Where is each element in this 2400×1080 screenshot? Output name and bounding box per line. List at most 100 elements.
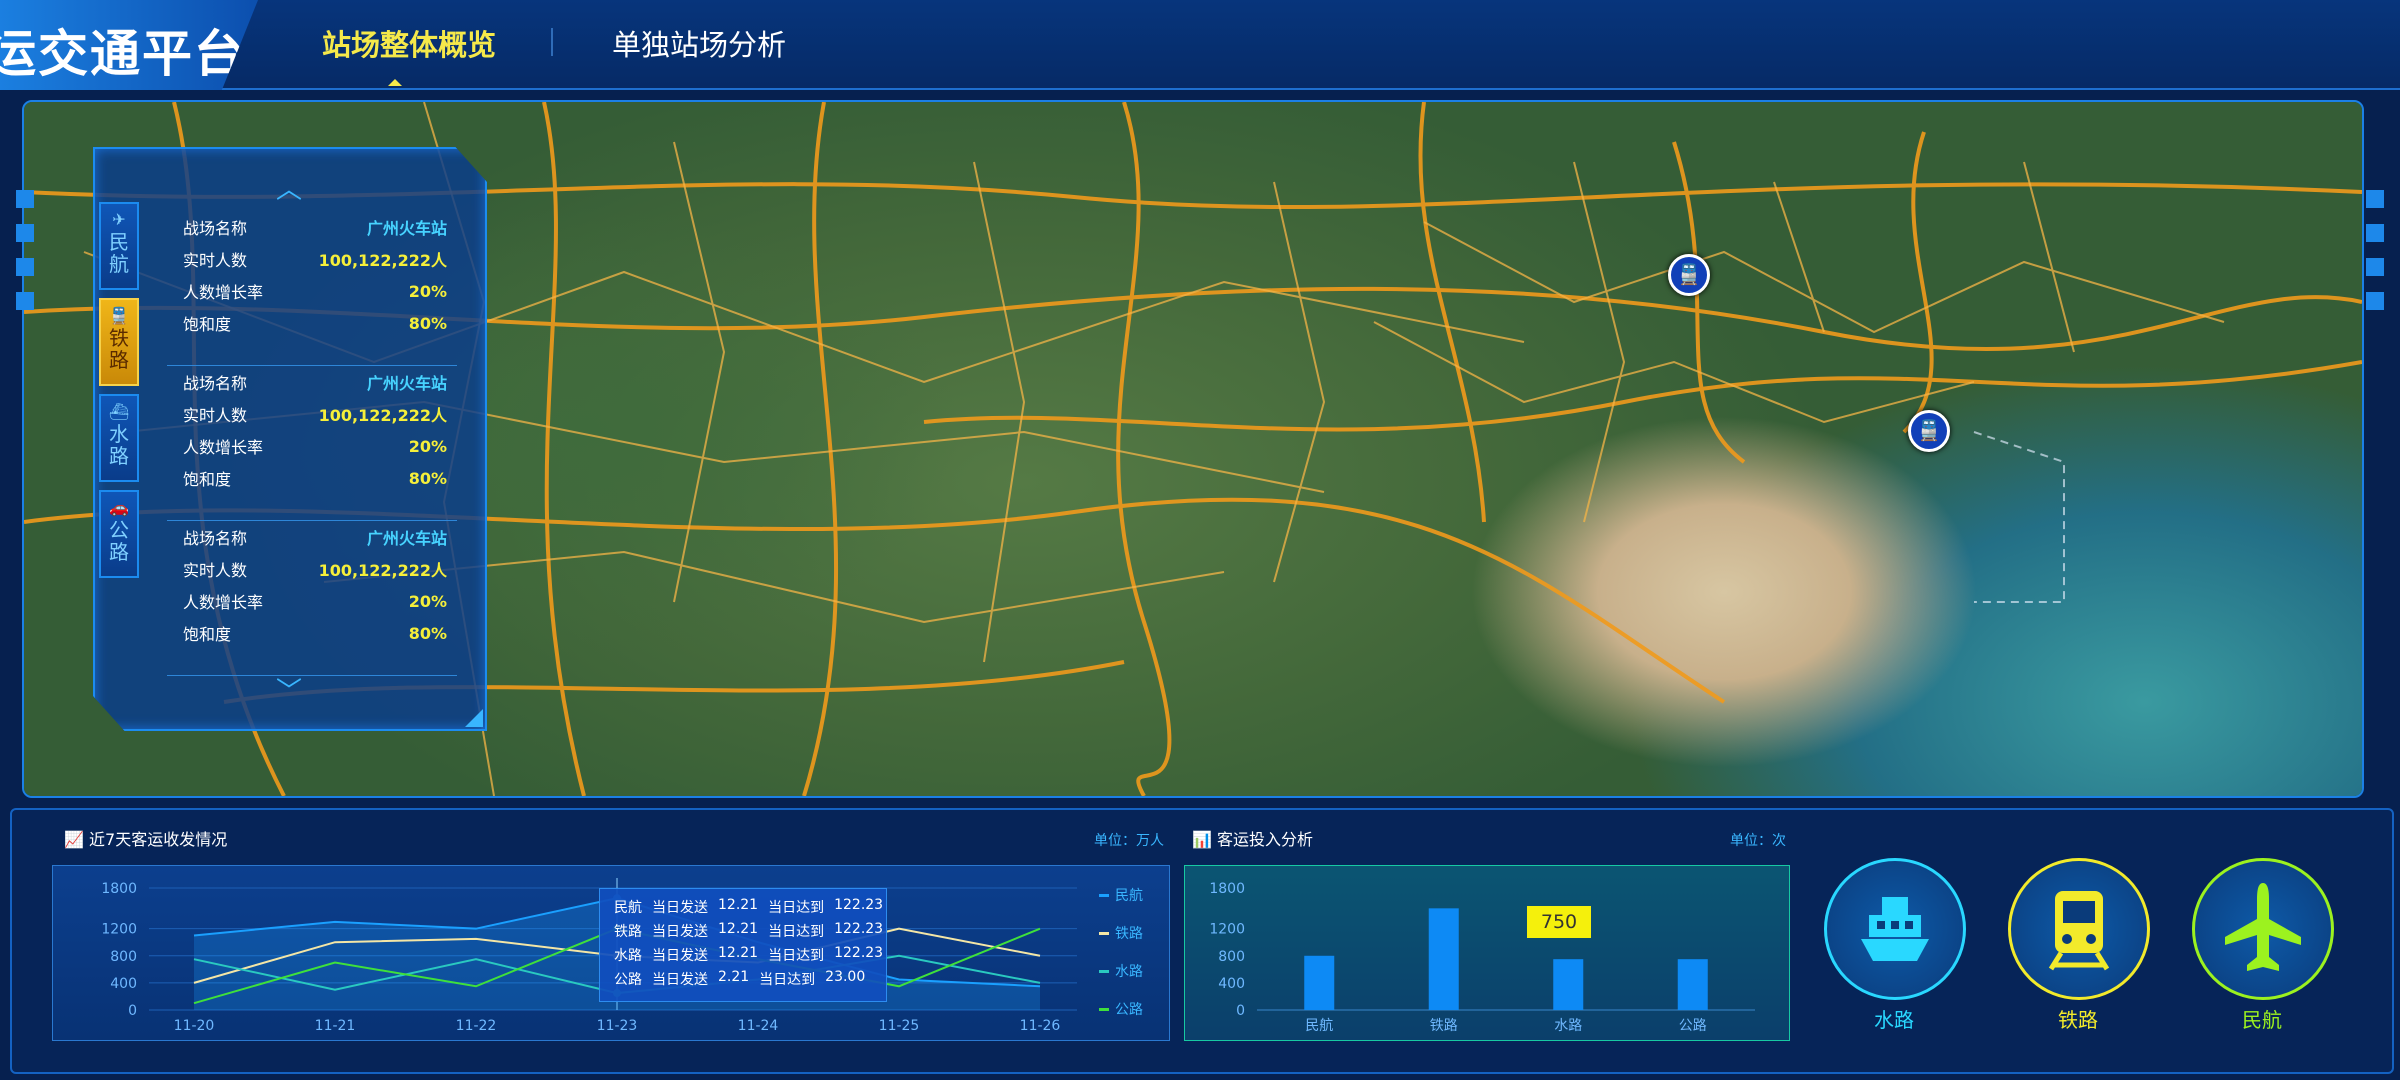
y-tick-label: 400	[1218, 976, 1245, 992]
scroll-up-icon[interactable]: ︿	[276, 169, 302, 206]
y-tick-label: 1800	[1209, 881, 1245, 897]
tab-divider	[551, 28, 553, 56]
growth-rate: 20%	[408, 436, 447, 456]
bar-chart-unit: 单位：次	[1730, 833, 1786, 849]
legend-swatch	[1099, 1008, 1109, 1011]
legend-swatch	[1099, 932, 1109, 935]
right-edge-decoration	[2366, 190, 2384, 326]
station-card[interactable]: 战场名称 广州火车站 实时人数 100,122,222人 人数增长率 20% 饱和度 8…	[167, 211, 457, 366]
tooltip-row: 公路 当日发送 2.21 当日达到 23.00	[614, 969, 866, 988]
station-card[interactable]: 战场名称 广州火车站 实时人数 100,122,222人 人数增长率 20% 饱和度 8…	[167, 521, 457, 676]
x-tick-label: 11-21	[315, 1018, 356, 1034]
tab-station-analysis[interactable]: 单独站场分析	[612, 22, 786, 64]
bar-highlight-label: 750	[1527, 906, 1591, 938]
y-tick-label: 400	[110, 976, 137, 992]
station-name: 广州火车站	[366, 374, 447, 393]
station-name: 广州火车站	[366, 529, 447, 548]
header-bar: 运交通平台 站场整体概览 单独站场分析	[0, 0, 2400, 90]
saturation: 80%	[408, 623, 447, 643]
left-edge-decoration	[16, 190, 34, 326]
train-icon: 🚆	[1916, 418, 1942, 442]
x-tick-label: 水路	[1554, 1018, 1582, 1034]
train-icon: 🚆	[1676, 262, 1702, 286]
line-chart-unit: 单位：万人	[1094, 833, 1164, 849]
bar	[1677, 959, 1708, 1010]
x-tick-label: 11-22	[456, 1018, 497, 1034]
y-tick-label: 800	[1218, 949, 1245, 965]
x-tick-label: 11-24	[738, 1018, 779, 1034]
tooltip-row: 水路 当日发送 12.21 当日达到 122.23	[614, 945, 884, 964]
x-tick-label: 11-23	[597, 1018, 638, 1034]
scroll-down-icon[interactable]: ﹀	[276, 671, 302, 708]
y-tick-label: 1800	[101, 881, 137, 897]
bar-chart-panel: 0 400 800 1200 1800 民航 铁路 水路 公路 750	[1184, 865, 1790, 1041]
train-icon	[2008, 858, 2150, 1000]
bar	[1553, 959, 1584, 1010]
ship-icon: ⛴	[108, 402, 130, 421]
saturation: 80%	[408, 468, 447, 488]
saturation: 80%	[408, 313, 447, 333]
line-chart-panel: 0 400 800 1200 1800 11-20 11-21 11-22 11-23 11-24…	[52, 865, 1170, 1041]
legend-swatch	[1099, 970, 1109, 973]
station-card[interactable]: 战场名称 广州火车站 实时人数 100,122,222人 人数增长率 20% 饱和度 8…	[167, 366, 457, 521]
y-tick-label: 0	[1236, 1003, 1245, 1019]
y-tick-label: 1200	[1209, 922, 1245, 938]
transport-label: 铁路	[2058, 1008, 2098, 1032]
app-title: 运交通平台	[0, 25, 246, 83]
transport-mode-waterway[interactable]: 水路	[1824, 858, 1966, 1033]
y-tick-label: 1200	[101, 922, 137, 938]
x-tick-label: 11-20	[174, 1018, 215, 1034]
station-card-list: 战场名称 广州火车站 实时人数 100,122,222人 人数增长率 20% 饱和度 8…	[167, 211, 457, 676]
category-tab-highway[interactable]: 🚗 公路	[99, 490, 139, 578]
tooltip-row: 铁路 当日发送 12.21 当日达到 122.23	[614, 921, 884, 940]
station-name: 广州火车站	[366, 219, 447, 238]
y-tick-label: 800	[110, 949, 137, 965]
line-chart-title: 近7天客运收发情况	[89, 830, 228, 849]
car-icon: 🚗	[109, 498, 129, 517]
legend-swatch	[1099, 894, 1109, 897]
logo-block: 运交通平台	[0, 0, 258, 90]
station-panel: ︿ 战场名称 广州火车站 实时人数 100,122,222人 人数增长率 20% 饱和…	[93, 147, 487, 731]
y-tick-label: 0	[128, 1003, 137, 1019]
airplane-icon: ✈	[112, 210, 126, 229]
realtime-count: 100,122,222人	[318, 406, 447, 425]
transport-mode-railway[interactable]: 铁路	[2008, 858, 2150, 1033]
realtime-count: 100,122,222人	[318, 251, 447, 270]
x-tick-label: 11-26	[1020, 1018, 1061, 1034]
airplane-icon	[2192, 858, 2334, 1000]
legend-label: 民航	[1115, 888, 1143, 904]
bar-chart[interactable]: 0 400 800 1200 1800 民航 铁路 水路 公路	[1185, 866, 1789, 1040]
map-pin-train[interactable]: 🚆	[1908, 410, 1950, 452]
category-tab-aviation[interactable]: ✈ 民航	[99, 202, 139, 290]
tab-overview[interactable]: 站场整体概览	[322, 22, 496, 86]
transport-label: 水路	[1874, 1008, 1914, 1032]
x-tick-label: 11-25	[879, 1018, 920, 1034]
corner-decoration	[465, 709, 483, 727]
x-tick-label: 民航	[1305, 1018, 1333, 1034]
legend-label: 公路	[1115, 1002, 1143, 1018]
bar	[1428, 908, 1459, 1010]
line-chart-title-row: 📈 近7天客运收发情况	[64, 826, 227, 850]
bar	[1304, 955, 1335, 1010]
chart-tooltip: 民航 当日发送 12.21 当日达到 122.23 铁路 当日发送 12.21 当日达到 122…	[599, 888, 887, 1002]
bar-chart-title-row: 📊 客运投入分析	[1192, 826, 1313, 850]
growth-rate: 20%	[408, 591, 447, 611]
transport-mode-aviation[interactable]: 民航	[2192, 858, 2334, 1033]
category-tab-railway[interactable]: 🚆 铁路	[99, 298, 139, 386]
tooltip-row: 民航 当日发送 12.21 当日达到 122.23	[614, 897, 884, 916]
growth-rate: 20%	[408, 281, 447, 301]
x-tick-label: 铁路	[1430, 1018, 1458, 1034]
bar-chart-icon: 📊	[1192, 830, 1212, 849]
x-tick-label: 公路	[1679, 1018, 1707, 1034]
line-chart-icon: 📈	[64, 830, 84, 849]
transport-label: 民航	[2242, 1008, 2282, 1032]
ship-icon	[1824, 858, 1966, 1000]
category-tabs: ✈ 民航 🚆 铁路 ⛴ 水路 🚗 公路	[99, 202, 139, 586]
legend-label: 水路	[1115, 964, 1143, 980]
legend-label: 铁路	[1115, 926, 1143, 942]
realtime-count: 100,122,222人	[318, 561, 447, 580]
bar-chart-title: 客运投入分析	[1217, 830, 1314, 849]
train-icon: 🚆	[109, 306, 129, 325]
map-pin-train[interactable]: 🚆	[1668, 254, 1710, 296]
category-tab-waterway[interactable]: ⛴ 水路	[99, 394, 139, 482]
